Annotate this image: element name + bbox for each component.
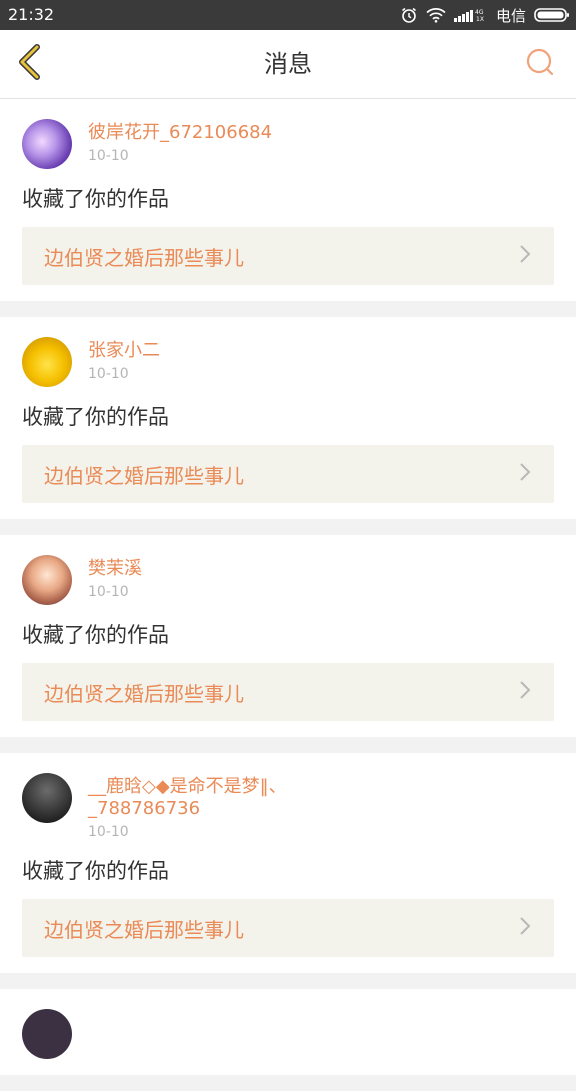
username[interactable]: 张家小二 xyxy=(88,340,160,362)
search-icon xyxy=(525,47,555,81)
status-bar: 21:32 4G 1X 电信 xyxy=(0,0,576,30)
message-card: 张家小二 10-10 收藏了你的作品 边伯贤之婚后那些事儿 xyxy=(0,317,576,519)
signal-icon: 4G 1X xyxy=(453,7,488,23)
message-date: 10-10 xyxy=(88,584,129,600)
wifi-icon xyxy=(426,7,446,23)
username[interactable]: __鹿晗◇◆是命不是梦‖、_788786736 xyxy=(88,776,308,820)
message-action: 收藏了你的作品 xyxy=(22,405,169,429)
message-date: 10-10 xyxy=(88,824,129,840)
svg-text:1X: 1X xyxy=(476,16,484,23)
message-date: 10-10 xyxy=(88,148,129,164)
work-link[interactable]: 边伯贤之婚后那些事儿 xyxy=(22,663,554,721)
status-carrier: 电信 xyxy=(495,6,526,25)
avatar[interactable] xyxy=(22,337,72,387)
app-header: 消息 xyxy=(0,30,576,99)
avatar[interactable] xyxy=(22,555,72,605)
work-link[interactable]: 边伯贤之婚后那些事儿 xyxy=(22,899,554,957)
chevron-right-icon xyxy=(518,462,532,486)
work-link[interactable]: 边伯贤之婚后那些事儿 xyxy=(22,445,554,503)
work-link[interactable]: 边伯贤之婚后那些事儿 xyxy=(22,227,554,285)
work-title: 边伯贤之婚后那些事儿 xyxy=(44,917,244,942)
svg-text:4G: 4G xyxy=(475,9,484,16)
battery-icon xyxy=(534,7,570,23)
page-title: 消息 xyxy=(264,50,312,78)
message-card: __鹿晗◇◆是命不是梦‖、_788786736 10-10 收藏了你的作品 边伯… xyxy=(0,753,576,973)
message-action: 收藏了你的作品 xyxy=(22,859,169,883)
avatar[interactable] xyxy=(22,1009,72,1059)
avatar[interactable] xyxy=(22,119,72,169)
message-card-partial xyxy=(0,989,576,1075)
message-card: 樊茉溪 10-10 收藏了你的作品 边伯贤之婚后那些事儿 xyxy=(0,535,576,737)
work-title: 边伯贤之婚后那些事儿 xyxy=(44,463,244,488)
chevron-right-icon xyxy=(518,916,532,940)
chevron-right-icon xyxy=(518,680,532,704)
work-title: 边伯贤之婚后那些事儿 xyxy=(44,245,244,270)
message-list: 彼岸花开_672106684 10-10 收藏了你的作品 边伯贤之婚后那些事儿 … xyxy=(0,99,576,1091)
username[interactable]: 彼岸花开_672106684 xyxy=(88,122,272,144)
avatar[interactable] xyxy=(22,773,72,823)
message-action: 收藏了你的作品 xyxy=(22,623,169,647)
username[interactable]: 樊茉溪 xyxy=(88,558,142,580)
chevron-right-icon xyxy=(518,244,532,268)
status-icons: 4G 1X 电信 xyxy=(400,5,570,25)
alarm-icon xyxy=(400,6,418,24)
message-action: 收藏了你的作品 xyxy=(22,187,169,211)
message-date: 10-10 xyxy=(88,366,129,382)
work-title: 边伯贤之婚后那些事儿 xyxy=(44,681,244,706)
status-time: 21:32 xyxy=(8,5,55,24)
search-button[interactable] xyxy=(518,42,562,86)
message-card: 彼岸花开_672106684 10-10 收藏了你的作品 边伯贤之婚后那些事儿 xyxy=(0,99,576,301)
